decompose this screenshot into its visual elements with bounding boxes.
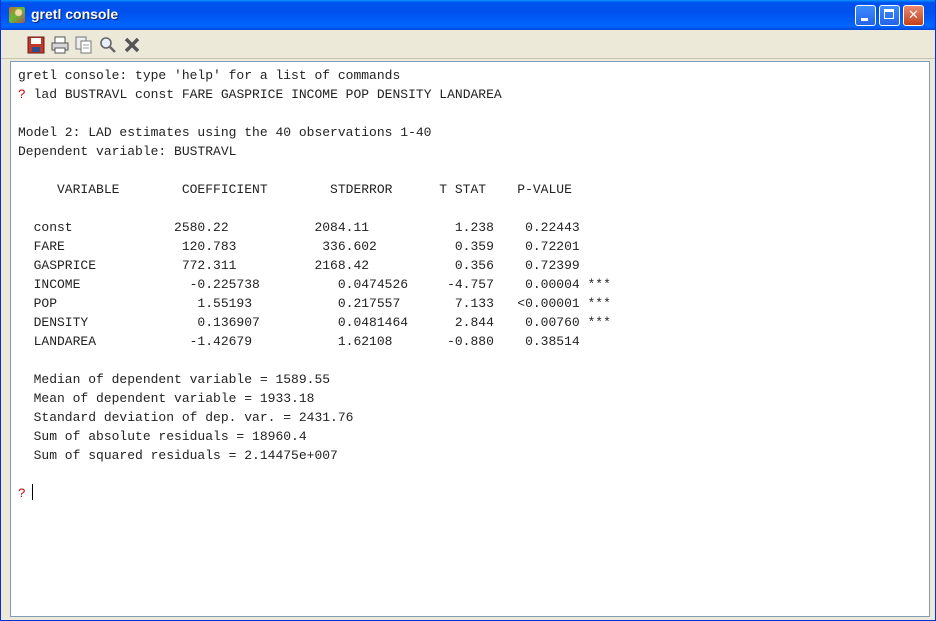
- stat-line: Mean of dependent variable = 1933.18: [18, 391, 315, 406]
- console-output-area[interactable]: gretl console: type 'help' for a list of…: [10, 61, 930, 617]
- window-title: gretl console: [31, 6, 119, 22]
- save-icon[interactable]: [27, 36, 45, 54]
- table-row: DENSITY 0.136907 0.0481464 2.844 0.00760…: [18, 315, 611, 330]
- model-heading: Model 2: LAD estimates using the 40 obse…: [18, 125, 432, 140]
- print-icon[interactable]: [51, 36, 69, 54]
- gretl-console-window: gretl console ✕ gretl console: type 'hel…: [0, 0, 936, 621]
- close-window-button[interactable]: ✕: [903, 5, 924, 26]
- close-x-icon: ✕: [908, 8, 919, 23]
- gretl-icon[interactable]: [9, 7, 25, 23]
- console-intro: gretl console: type 'help' for a list of…: [18, 68, 401, 83]
- table-row: GASPRICE 772.311 2168.42 0.356 0.72399: [18, 258, 580, 273]
- console-text: gretl console: type 'help' for a list of…: [18, 66, 611, 503]
- toolbar: [1, 30, 935, 59]
- stat-line: Median of dependent variable = 1589.55: [18, 372, 331, 387]
- text-cursor[interactable]: [31, 484, 33, 500]
- title-bar[interactable]: gretl console ✕: [1, 0, 935, 30]
- maximize-icon: [884, 9, 894, 19]
- maximize-button[interactable]: [879, 5, 900, 26]
- table-row: INCOME -0.225738 0.0474526 -4.757 0.0000…: [18, 277, 611, 292]
- stat-line: Standard deviation of dep. var. = 2431.7…: [18, 410, 354, 425]
- minimize-icon: [861, 18, 868, 21]
- input-prompt-symbol: ?: [18, 486, 26, 501]
- table-header: VARIABLE COEFFICIENT STDERROR T STAT P-V…: [18, 182, 572, 197]
- prompt-symbol: ?: [18, 87, 26, 102]
- minimize-button[interactable]: [855, 5, 876, 26]
- find-icon[interactable]: [99, 36, 117, 54]
- table-row: const 2580.22 2084.11 1.238 0.22443: [18, 220, 580, 235]
- table-row: FARE 120.783 336.602 0.359 0.72201: [18, 239, 580, 254]
- copy-icon[interactable]: [75, 36, 93, 54]
- command-line: lad BUSTRAVL const FARE GASPRICE INCOME …: [33, 87, 502, 102]
- close-icon[interactable]: [123, 36, 141, 54]
- stat-line: Sum of squared residuals = 2.14475e+007: [18, 448, 338, 463]
- stat-line: Sum of absolute residuals = 18960.4: [18, 429, 307, 444]
- table-row: LANDAREA -1.42679 1.62108 -0.880 0.38514: [18, 334, 580, 349]
- table-row: POP 1.55193 0.217557 7.133 <0.00001 ***: [18, 296, 611, 311]
- dependent-variable-line: Dependent variable: BUSTRAVL: [18, 144, 237, 159]
